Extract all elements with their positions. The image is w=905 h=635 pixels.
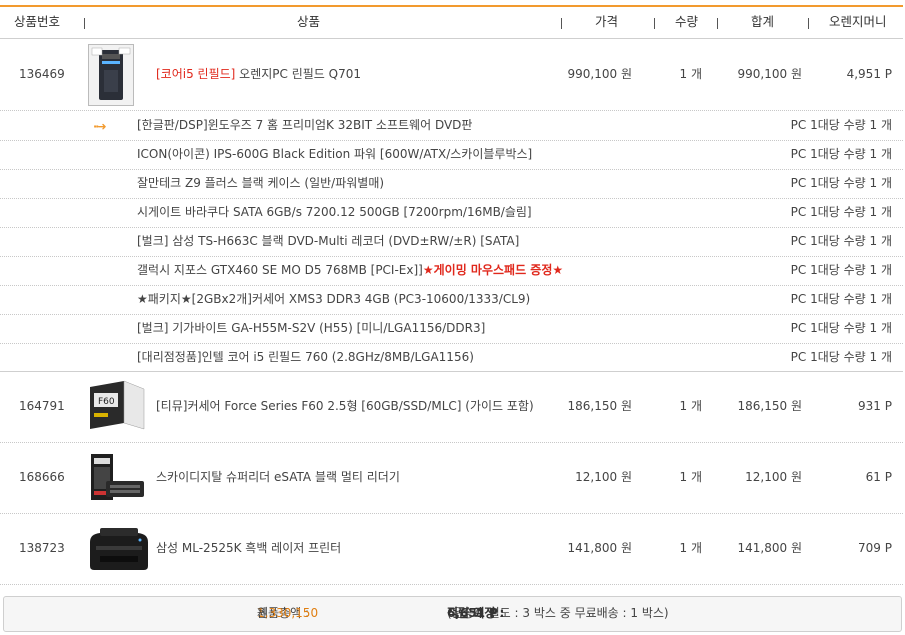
product-price: 990,100 원: [567, 67, 632, 81]
header-qty: 수량: [675, 14, 699, 29]
product-price: 12,100 원: [575, 470, 632, 484]
component-title: 갤럭시 지포스 GTX460 SE MO D5 768MB [PCI-Ex]]: [137, 263, 423, 277]
product-title: 오렌지PC 린필드 Q701: [235, 67, 362, 81]
product-id: 138723: [19, 541, 65, 555]
product-id: 136469: [19, 67, 65, 81]
component-name: ICON(아이콘) IPS-600G Black Edition 파워 [600…: [137, 147, 533, 161]
table-row: 138723 삼성 ML-2525K 흑백 레이저 프린터 141,800 원 …: [0, 514, 903, 585]
header-money: 오렌지머니: [829, 14, 887, 29]
product-money: 931 P: [858, 399, 892, 413]
product-name[interactable]: [티뮤]커세어 Force Series F60 2.5형 [60GB/SSD/…: [156, 372, 534, 441]
product-money: 61 P: [865, 470, 892, 484]
ssd-box-icon[interactable]: F60: [86, 379, 148, 434]
header-divider: [654, 18, 655, 29]
total-unit: 원: [257, 606, 269, 620]
component-name: [한글판/DSP]윈도우즈 7 홈 프리미엄K 32BIT 소프트웨어 DVD판: [137, 118, 473, 132]
product-total: 141,800 원: [737, 541, 802, 555]
component-qty: PC 1대당 수량 1 개: [790, 234, 892, 248]
product-tag: [코어i5 린필드]: [156, 67, 236, 81]
component-row: 갤럭시 지포스 GTX460 SE MO D5 768MB [PCI-Ex]]★…: [0, 256, 903, 286]
component-name: 갤럭시 지포스 GTX460 SE MO D5 768MB [PCI-Ex]]★…: [137, 256, 563, 284]
component-row: [벌크] 삼성 TS-H663C 블랙 DVD-Multi 레코더 (DVD±R…: [0, 227, 903, 257]
component-row: [대리점정품]인텔 코어 i5 린필드 760 (2.8GHz/8MB/LGA1…: [0, 343, 903, 372]
product-price: 141,800 원: [567, 541, 632, 555]
component-qty: PC 1대당 수량 1 개: [790, 263, 892, 277]
product-qty: 1 개: [679, 399, 703, 413]
product-id: 168666: [19, 470, 65, 484]
component-qty: PC 1대당 수량 1 개: [790, 292, 892, 306]
component-name: [대리점정품]인텔 코어 i5 린필드 760 (2.8GHz/8MB/LGA1…: [137, 350, 474, 364]
component-row: ··➜ [한글판/DSP]윈도우즈 7 홈 프리미엄K 32BIT 소프트웨어 …: [0, 111, 903, 141]
product-name[interactable]: 삼성 ML-2525K 흑백 레이저 프린터: [156, 514, 341, 583]
order-summary: 제품총액 : 1,330,150 원 (운송료 별도 : 3 박스 중 무료배송…: [3, 596, 902, 632]
product-qty: 1 개: [679, 67, 703, 81]
component-row: 시게이트 바라쿠다 SATA 6GB/s 7200.12 500GB [7200…: [0, 198, 903, 228]
table-row: 168666 스카이디지탈 슈퍼리더 eSATA 블랙 멀티 리더기 12,10…: [0, 443, 903, 514]
product-money: 4,951 P: [846, 67, 892, 81]
table-row: 164791 F60 [티뮤]커세어 Force Series F60 2.5형…: [0, 372, 903, 443]
header-product: 상품: [297, 14, 321, 29]
product-total: 186,150 원: [737, 399, 802, 413]
component-row: ICON(아이콘) IPS-600G Black Edition 파워 [600…: [0, 140, 903, 170]
component-qty: PC 1대당 수량 1 개: [790, 176, 892, 190]
component-qty: PC 1대당 수량 1 개: [790, 147, 892, 161]
pc-case-icon[interactable]: [88, 44, 134, 106]
header-total: 합계: [751, 14, 775, 29]
component-qty: PC 1대당 수량 1 개: [790, 350, 892, 364]
component-row: ★패키지★[2GBx2개]커세어 XMS3 DDR3 4GB (PC3-1060…: [0, 285, 903, 315]
component-name: 잘만테크 Z9 플러스 블랙 케이스 (일반/파워별매): [137, 176, 385, 190]
component-qty: PC 1대당 수량 1 개: [790, 321, 892, 335]
component-qty: PC 1대당 수량 1 개: [790, 205, 892, 219]
product-name[interactable]: 스카이디지탈 슈퍼리더 eSATA 블랙 멀티 리더기: [156, 443, 400, 512]
svg-text:F60: F60: [98, 397, 115, 407]
header-divider: [808, 18, 809, 29]
product-price: 186,150 원: [567, 399, 632, 413]
component-row: 잘만테크 Z9 플러스 블랙 케이스 (일반/파워별매) PC 1대당 수량 1…: [0, 169, 903, 199]
component-name: 시게이트 바라쿠다 SATA 6GB/s 7200.12 500GB [7200…: [137, 205, 532, 219]
sub-arrow-icon: ··➜: [93, 120, 107, 133]
promo-badge: ★게이밍 마우스패드 증정★: [422, 263, 564, 277]
component-name: ★패키지★[2GBx2개]커세어 XMS3 DDR3 4GB (PC3-1060…: [137, 292, 531, 306]
printer-icon[interactable]: [86, 524, 152, 574]
card-reader-icon[interactable]: [88, 451, 148, 505]
component-row: [벌크] 기가바이트 GA-H55M-S2V (H55) [미니/LGA1156…: [0, 314, 903, 344]
product-qty: 1 개: [679, 470, 703, 484]
component-name: [벌크] 삼성 TS-H663C 블랙 DVD-Multi 레코더 (DVD±R…: [137, 234, 520, 248]
component-qty: PC 1대당 수량 1 개: [790, 118, 892, 132]
header-id: 상품번호: [14, 14, 61, 29]
header-divider: [717, 18, 718, 29]
header-divider: [84, 18, 85, 29]
table-header: 상품번호 상품 가격 수량 합계 오렌지머니: [0, 7, 903, 39]
table-row: 136469 [코어i5 린필드] 오렌지PC 린필드 Q701 990,100…: [0, 39, 903, 111]
product-money: 709 P: [858, 541, 892, 555]
header-divider: [561, 18, 562, 29]
product-qty: 1 개: [679, 541, 703, 555]
product-id: 164791: [19, 399, 65, 413]
points-value: 6,651 P: [447, 606, 498, 620]
product-total: 990,100 원: [737, 67, 802, 81]
product-name[interactable]: [코어i5 린필드] 오렌지PC 린필드 Q701: [156, 39, 361, 109]
header-price: 가격: [595, 14, 619, 29]
component-name: [벌크] 기가바이트 GA-H55M-S2V (H55) [미니/LGA1156…: [137, 321, 486, 335]
product-total: 12,100 원: [745, 470, 802, 484]
